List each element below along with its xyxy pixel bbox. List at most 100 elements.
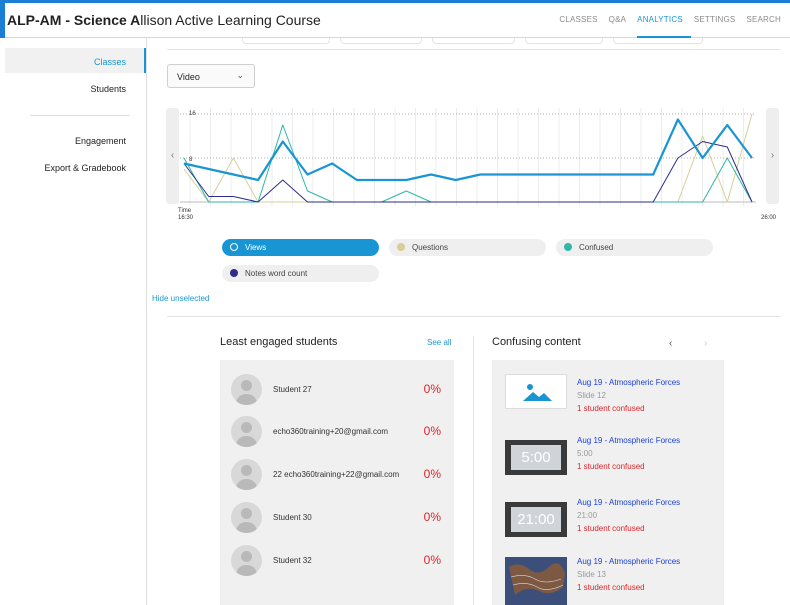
chevron-left-icon: ‹ [170, 150, 175, 161]
series-line-notes-word-count [183, 141, 753, 203]
legend-confused-toggle[interactable]: Confused [556, 239, 713, 256]
series-line-views [183, 118, 753, 182]
questions-dot-icon [397, 243, 405, 251]
nav-search[interactable]: SEARCH [746, 15, 781, 24]
avatar [231, 459, 262, 490]
nav-classes[interactable]: CLASSES [559, 15, 597, 24]
see-all-link[interactable]: See all [427, 338, 451, 347]
student-name: Student 30 [273, 513, 312, 522]
list-item[interactable]: echo360training+20@gmail.com 0% [220, 412, 454, 452]
legend-notes-toggle[interactable]: Notes word count [222, 265, 379, 282]
student-pct: 0% [423, 553, 441, 567]
chevron-left-icon[interactable]: ‹ [669, 338, 672, 349]
student-pct: 0% [423, 424, 441, 438]
confused-dot-icon [564, 243, 572, 251]
media-type-select[interactable]: Video ⌄ [167, 64, 255, 88]
student-pct: 0% [423, 467, 441, 481]
notes-dot-icon [230, 269, 238, 277]
list-item[interactable]: Aug 19 - Atmospheric Forces Slide 12 1 s… [492, 370, 724, 426]
least-engaged-list: Student 27 0% echo360training+20@gmail.c… [220, 360, 454, 605]
sidebar-item-export-gradebook[interactable]: Export & Gradebook [44, 163, 126, 173]
views-dot-icon [230, 243, 238, 251]
chevron-right-icon: › [770, 150, 775, 161]
tab-ghost [525, 38, 603, 44]
legend-views-toggle[interactable]: Views [222, 239, 379, 256]
sidebar-item-engagement[interactable]: Engagement [75, 136, 126, 146]
x-tick-end: 26:00 [761, 215, 777, 221]
media-type-value: Video [177, 72, 200, 82]
legend-views-label: Views [245, 243, 267, 252]
student-name: 22 echo360training+22@gmail.com [273, 470, 400, 479]
video-thumbnail: 21:00 [505, 502, 567, 537]
legend-questions-toggle[interactable]: Questions [389, 239, 546, 256]
confused-count: 1 student confused [577, 583, 645, 592]
map-thumbnail [505, 557, 567, 605]
content-title-link[interactable]: Aug 19 - Atmospheric Forces [577, 378, 680, 387]
tab-ghost [432, 38, 515, 44]
x-tick-start: 16:30 [178, 215, 194, 221]
nav-settings[interactable]: SETTINGS [694, 15, 736, 24]
thumbnail-time: 21:00 [517, 511, 555, 528]
panel-divider [473, 336, 474, 605]
student-name: echo360training+20@gmail.com [273, 427, 389, 436]
section-divider [167, 316, 781, 317]
content-sub: Slide 12 [577, 391, 606, 400]
chevron-right-icon[interactable]: › [704, 338, 707, 349]
student-pct: 0% [423, 510, 441, 524]
thumbnail-time: 5:00 [521, 449, 551, 466]
content-sub: Slide 13 [577, 570, 606, 579]
hide-unselected-link[interactable]: Hide unselected [152, 294, 209, 303]
confused-count: 1 student confused [577, 462, 645, 471]
nav-qa[interactable]: Q&A [609, 15, 627, 24]
y-tick-mid: 8 [189, 157, 193, 163]
page-title: ALP-AM - Science Allison Active Learning… [7, 12, 321, 28]
legend-confused-label: Confused [579, 243, 614, 252]
top-bar: ALP-AM - Science Allison Active Learning… [0, 0, 790, 38]
tab-ghost [613, 38, 703, 44]
tab-ghost [242, 38, 330, 44]
main-content: Video ⌄ ‹ › 16 8 Time 16:30 26:00 Views … [147, 38, 790, 605]
sidebar: Classes Students Engagement Export & Gra… [0, 38, 147, 605]
confusing-content-list: Aug 19 - Atmospheric Forces Slide 12 1 s… [492, 360, 724, 605]
confused-count: 1 student confused [577, 524, 645, 533]
list-item[interactable]: Student 32 0% [220, 541, 454, 581]
content-title-link[interactable]: Aug 19 - Atmospheric Forces [577, 436, 680, 445]
tab-ghost [340, 38, 422, 44]
sidebar-item-classes[interactable]: Classes [5, 48, 146, 73]
list-item[interactable]: Aug 19 - Atmospheric Forces Slide 13 1 s… [492, 553, 724, 605]
brand-strip [0, 0, 790, 3]
content-title-link[interactable]: Aug 19 - Atmospheric Forces [577, 557, 680, 566]
list-item[interactable]: Student 27 0% [220, 370, 454, 410]
legend-notes-label: Notes word count [245, 269, 308, 278]
content-sub: 21:00 [577, 511, 598, 520]
confused-count: 1 student confused [577, 404, 645, 413]
sidebar-item-students[interactable]: Students [90, 84, 126, 94]
video-thumbnail: 5:00 [505, 440, 567, 475]
list-item[interactable]: 5:00 Aug 19 - Atmospheric Forces 5:00 1 … [492, 432, 724, 488]
nav-analytics[interactable]: ANALYTICS [637, 15, 683, 24]
analytics-chart [180, 108, 756, 206]
legend-questions-label: Questions [412, 243, 449, 252]
chart-next-button[interactable]: › [766, 108, 779, 204]
avatar [231, 545, 262, 576]
student-name: Student 27 [273, 385, 312, 394]
content-title-link[interactable]: Aug 19 - Atmospheric Forces [577, 498, 680, 507]
chart-prev-button[interactable]: ‹ [166, 108, 179, 204]
confusing-content-title: Confusing content [492, 336, 581, 348]
student-name: Student 32 [273, 556, 312, 565]
x-axis-label: Time [178, 208, 192, 214]
chevron-down-icon: ⌄ [236, 70, 244, 80]
list-item[interactable]: 21:00 Aug 19 - Atmospheric Forces 21:00 … [492, 495, 724, 551]
y-tick-top: 16 [189, 111, 196, 117]
sidebar-divider [30, 115, 130, 116]
avatar [231, 416, 262, 447]
student-pct: 0% [423, 382, 441, 396]
content-sub: 5:00 [577, 449, 593, 458]
avatar [231, 502, 262, 533]
avatar [231, 374, 262, 405]
list-item[interactable]: Student 30 0% [220, 498, 454, 538]
image-placeholder-icon [505, 374, 567, 409]
top-nav: CLASSES Q&A ANALYTICS SETTINGS SEARCH [548, 15, 781, 24]
list-item[interactable]: 22 echo360training+22@gmail.com 0% [220, 455, 454, 495]
least-engaged-title: Least engaged students [220, 336, 338, 348]
